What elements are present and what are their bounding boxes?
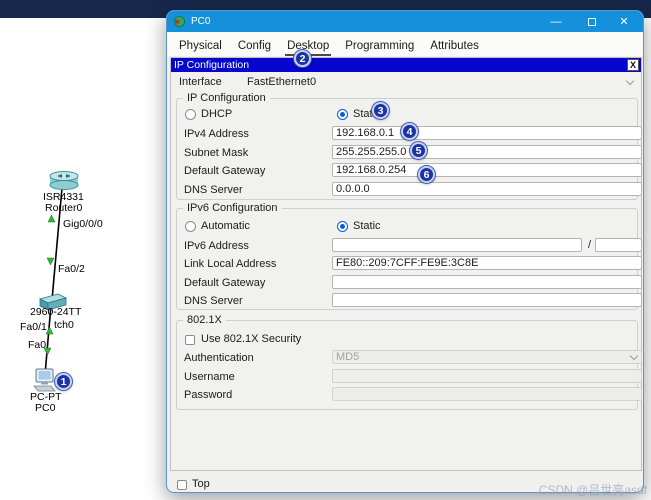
ip-configuration-title: IP Configuration [174,59,250,71]
panel-close-icon[interactable]: X [627,59,639,71]
minimize-button[interactable]: — [541,11,571,32]
switch-model-label: 2960-24TT [30,306,82,318]
ipv6-static-label[interactable]: Static [353,220,381,232]
ipv6-static-radio[interactable] [337,221,348,232]
tab-config[interactable]: Config [236,40,273,56]
ipv6-prefix-input[interactable] [595,238,642,252]
watermark: CSDN @吕世亮asdf [538,483,647,497]
password-label: Password [184,389,233,401]
ip-configuration-panel: IP Configuration X Interface FastEtherne… [170,57,642,471]
ipv4-group-title: IP Configuration [183,92,270,104]
ipv6-automatic-radio[interactable] [185,221,196,232]
default-gateway-label: Default Gateway [184,165,266,177]
ipv6-address-label: IPv6 Address [184,240,249,252]
link-local-address-input[interactable] [332,256,642,270]
maximize-button[interactable] [577,11,607,32]
tab-programming[interactable]: Programming [343,40,416,56]
annotation-step-2: 2 [294,50,311,67]
ipv4-address-input[interactable] [332,126,642,140]
ipv6-gateway-input[interactable] [332,275,642,289]
username-label: Username [184,371,235,383]
annotation-step-4: 4 [401,123,418,140]
dns-server-input[interactable] [332,182,642,196]
use-8021x-label[interactable]: Use 802.1X Security [201,333,301,345]
dhcp-label[interactable]: DHCP [201,108,232,120]
ip-configuration-header[interactable]: IP Configuration X [171,58,641,72]
maximize-icon [588,17,596,26]
window-titlebar[interactable]: PC0 — ✕ [167,11,643,32]
top-checkbox-label[interactable]: Top [192,478,210,490]
annotation-step-5: 5 [410,142,427,159]
ipv6-automatic-label[interactable]: Automatic [201,220,250,232]
pc-icon[interactable] [33,368,56,392]
dot1x-group-title: 802.1X [183,314,226,326]
ipv4-address-label: IPv4 Address [184,128,249,140]
ipv6-dns-label: DNS Server [184,295,243,307]
tab-bar: Physical Config Desktop Programming Attr… [167,32,643,56]
username-input [332,369,642,383]
switch-port-label: Fa0/1 [20,321,47,333]
dhcp-radio[interactable] [185,109,196,120]
close-button[interactable]: ✕ [609,11,639,32]
pc-name-label: PC0 [35,402,56,414]
pc0-window: PC0 — ✕ Physical Config Desktop Programm… [166,10,644,493]
annotation-step-6: 6 [418,166,435,183]
ipv6-address-input[interactable] [332,238,582,252]
ipv4-static-radio[interactable] [337,109,348,120]
ipv6-prefix-separator: / [588,239,592,251]
screen: ISR4331 Router0 Gig0/0/0 Fa0/2 2960-24TT… [0,0,651,500]
default-gateway-input[interactable] [332,163,642,177]
subnet-mask-label: Subnet Mask [184,147,249,159]
window-title: PC0 [191,16,211,27]
window-icon [174,16,185,27]
pc-port-label: Fa0 [28,339,47,351]
interface-label: Interface [179,76,222,88]
dns-server-label: DNS Server [184,184,243,196]
switch-name-label: tch0 [54,319,74,331]
switch-uplink-port-label: Fa0/2 [58,263,85,275]
authentication-select: MD5 [332,350,642,364]
interface-chevron-down-icon[interactable] [625,76,635,86]
annotation-step-3: 3 [372,102,389,119]
router-icon[interactable] [49,171,79,190]
ipv6-dns-input[interactable] [332,293,642,307]
topology-canvas[interactable] [0,0,165,500]
interface-select[interactable]: FastEthernet0 [247,76,316,88]
top-checkbox[interactable] [177,480,187,490]
password-input [332,387,642,401]
link-local-address-label: Link Local Address [184,258,277,270]
ipv6-gateway-label: Default Gateway [184,277,266,289]
annotation-step-1: 1 [55,373,72,390]
subnet-mask-input[interactable] [332,145,642,159]
tab-attributes[interactable]: Attributes [428,40,481,56]
use-8021x-checkbox[interactable] [185,335,195,345]
authentication-label: Authentication [184,352,254,364]
router-name-label: Router0 [45,202,83,214]
router-port-label: Gig0/0/0 [63,218,103,230]
tab-physical[interactable]: Physical [177,40,224,56]
ipv6-group-title: IPv6 Configuration [183,202,282,214]
